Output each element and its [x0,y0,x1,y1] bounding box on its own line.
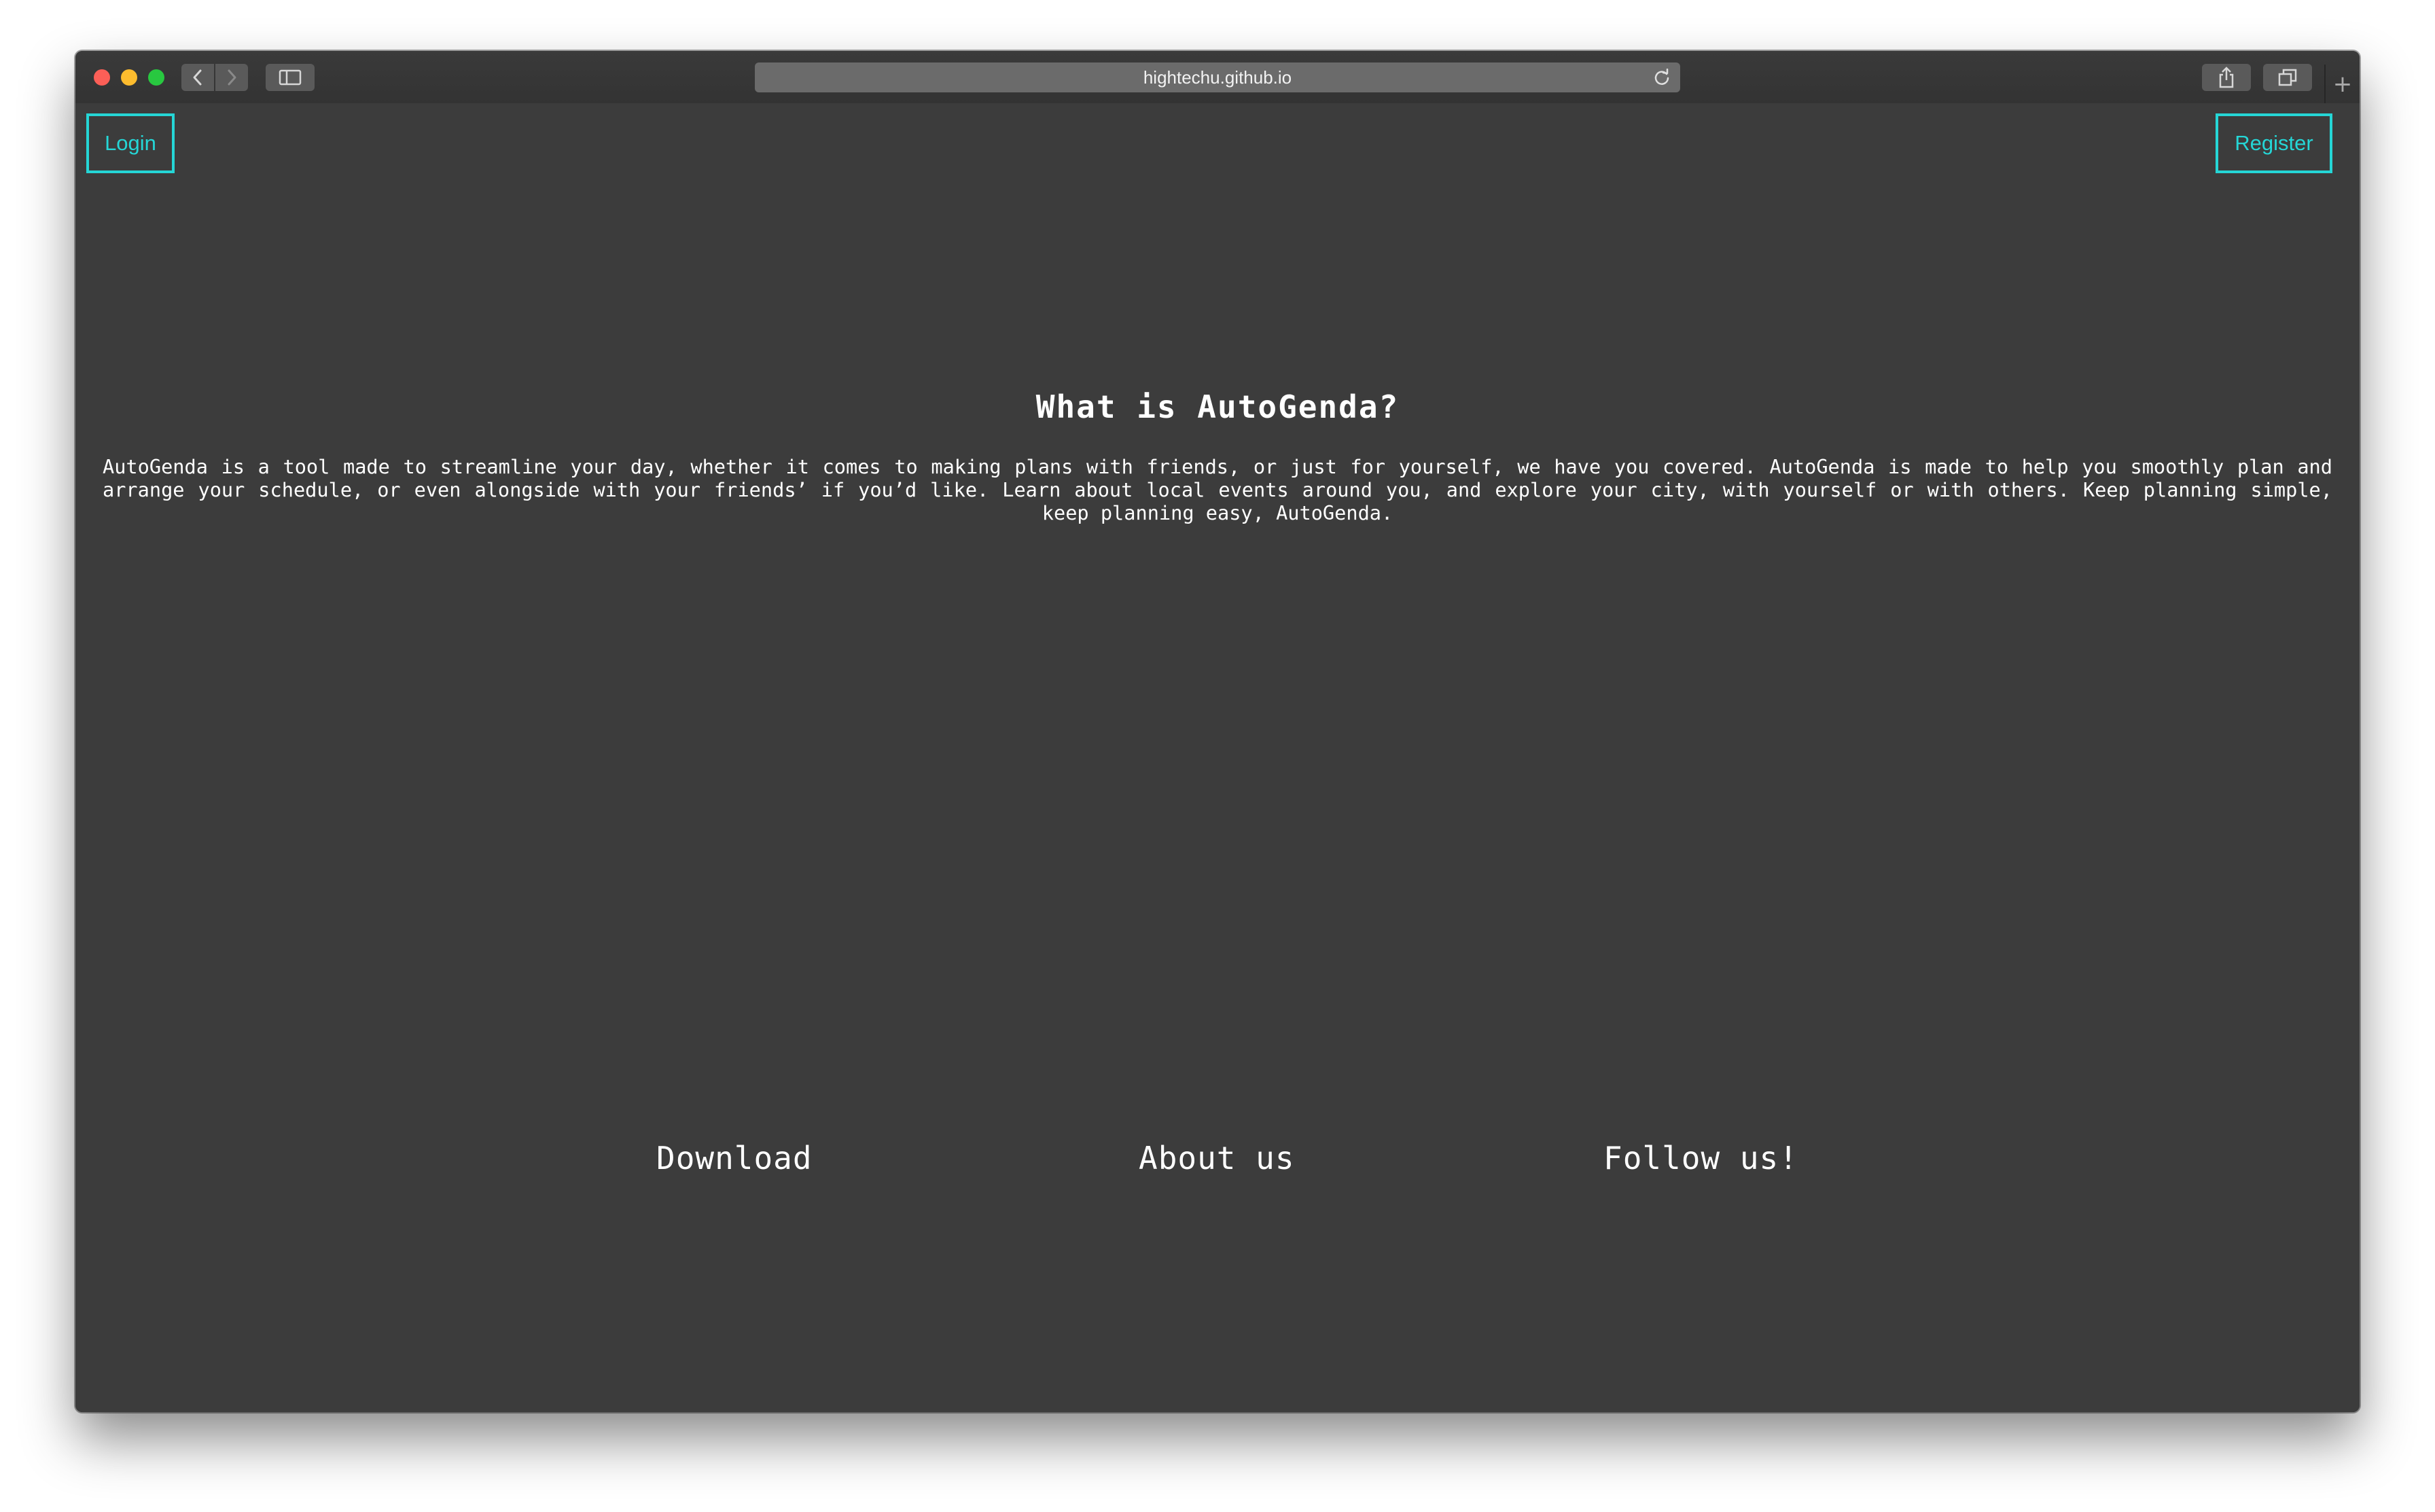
tabs-overview-icon [2278,69,2297,86]
zoom-window-button[interactable] [148,69,164,86]
browser-window: hightechu.github.io + Login Register Wha… [75,51,2360,1412]
url-text: hightechu.github.io [1143,67,1292,88]
plus-icon: + [2332,70,2353,98]
login-button[interactable]: Login [86,113,175,173]
share-button[interactable] [2202,64,2251,91]
browser-toolbar: hightechu.github.io + [75,51,2360,105]
page-content: Login Register What is AutoGenda? AutoGe… [75,103,2360,1412]
sidebar-icon [279,69,302,86]
address-bar[interactable]: hightechu.github.io [755,62,1680,92]
share-icon [2219,67,2234,88]
about-us-link[interactable]: About us [1139,1140,1295,1176]
reload-icon[interactable] [1653,69,1671,86]
new-tab-button[interactable]: + [2324,65,2360,103]
page-title: What is AutoGenda? [1035,389,1400,425]
back-button[interactable] [181,64,214,91]
minimize-window-button[interactable] [121,69,137,86]
tab-overview-button[interactable] [2263,64,2312,91]
close-window-button[interactable] [94,69,110,86]
intro-paragraph: AutoGenda is a tool made to streamline y… [103,455,2332,524]
chevron-right-icon [228,69,236,86]
chevron-left-icon [193,69,202,86]
download-link[interactable]: Download [656,1140,813,1176]
follow-us-link[interactable]: Follow us! [1603,1140,1798,1176]
register-button[interactable]: Register [2216,113,2332,173]
sidebar-toggle-button[interactable] [266,64,315,91]
forward-button[interactable] [215,64,248,91]
